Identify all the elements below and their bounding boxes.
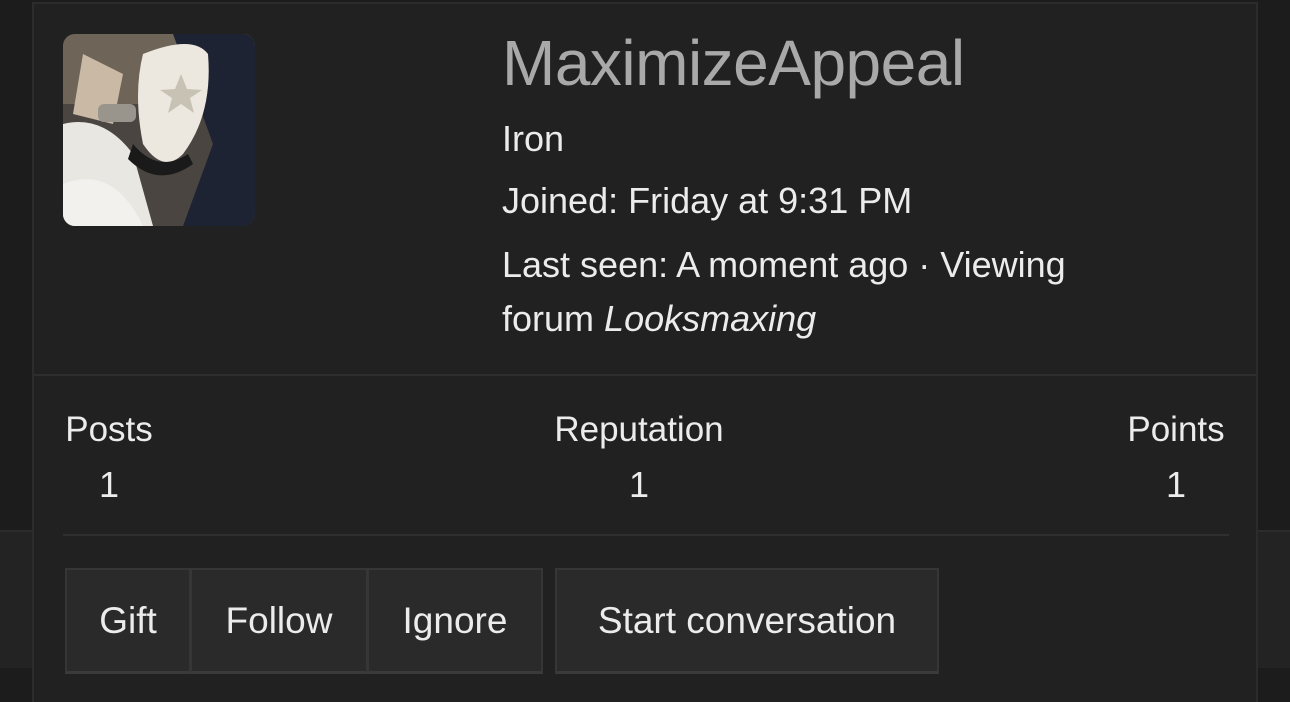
member-stats: Posts 1 Reputation 1 Points 1 xyxy=(34,376,1256,536)
last-seen-forum-link[interactable]: Looksmaxing xyxy=(604,298,816,339)
ignore-button[interactable]: Ignore xyxy=(367,568,543,674)
last-seen-value: A moment ago · Viewing xyxy=(676,244,1066,285)
avatar-photo-icon xyxy=(63,34,255,226)
follow-button[interactable]: Follow xyxy=(190,568,368,674)
gift-button[interactable]: Gift xyxy=(65,568,191,674)
points-label: Points xyxy=(1127,410,1225,449)
points-value: 1 xyxy=(1165,464,1187,505)
background-panel-right xyxy=(1258,530,1290,668)
posts-value: 1 xyxy=(98,464,120,505)
start-conversation-button[interactable]: Start conversation xyxy=(555,568,939,674)
last-seen-info: Last seen: A moment ago · Viewing xyxy=(502,244,1066,286)
posts-label: Posts xyxy=(65,410,153,449)
reputation-value: 1 xyxy=(628,464,650,505)
last-seen-label: Last seen: xyxy=(502,244,669,285)
last-seen-forum-prefix: forum xyxy=(502,298,595,339)
joined-value: Friday at 9:31 PM xyxy=(628,180,913,221)
member-tooltip-card: MaximizeAppeal Iron Joined: Friday at 9:… xyxy=(32,2,1258,702)
joined-label: Joined: xyxy=(502,180,619,221)
last-seen-forum: forum Looksmaxing xyxy=(502,298,816,340)
avatar[interactable] xyxy=(63,34,255,226)
background-panel-left xyxy=(0,530,32,668)
stat-posts[interactable]: Posts 1 xyxy=(63,410,155,506)
user-rank: Iron xyxy=(502,118,565,159)
reputation-label: Reputation xyxy=(554,410,724,449)
stat-points[interactable]: Points 1 xyxy=(1124,410,1228,506)
username[interactable]: MaximizeAppeal xyxy=(502,26,965,100)
divider xyxy=(63,534,1229,536)
stat-reputation: Reputation 1 xyxy=(550,410,728,506)
member-header: MaximizeAppeal Iron Joined: Friday at 9:… xyxy=(34,4,1256,376)
joined-info: Joined: Friday at 9:31 PM xyxy=(502,180,912,222)
